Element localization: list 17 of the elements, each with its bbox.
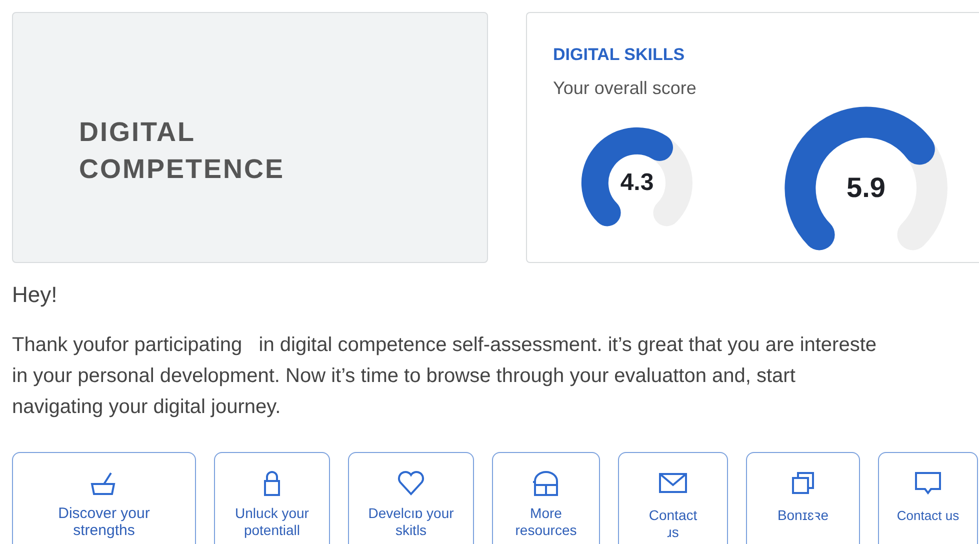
link-card[interactable]: Develcıɒ your skitls bbox=[348, 452, 474, 544]
link-card[interactable]: More resources bbox=[492, 452, 600, 544]
link-card[interactable]: Discover your strengths bbox=[12, 452, 196, 544]
greeting: Hey! bbox=[12, 282, 58, 308]
intro-paragraph: Thank youfor participating in digital competence self-assessment. it’s great that you are intereste in your personal development. Now it’s time to browse through your evaluatton and, start navigating your digital journey. bbox=[12, 333, 878, 420]
score-value: 4.3 bbox=[620, 169, 654, 197]
card-subtitle: Your overall score bbox=[553, 78, 698, 99]
speech-bubble-icon bbox=[913, 469, 943, 497]
hero-title: DIGITAL COMPETENCE bbox=[79, 116, 285, 186]
heart-icon bbox=[396, 469, 426, 497]
score-value: 5.9 bbox=[846, 172, 886, 204]
link-card[interactable]: Contact ɹs bbox=[618, 452, 728, 544]
link-card[interactable]: Unluck your potentiall bbox=[214, 452, 330, 544]
link-card[interactable]: Contact us bbox=[878, 452, 978, 544]
house-icon bbox=[531, 469, 561, 497]
card-heading: DIGITAL SKILLS bbox=[553, 45, 686, 65]
link-card[interactable]: Bonɪɛꝛe bbox=[746, 452, 860, 544]
